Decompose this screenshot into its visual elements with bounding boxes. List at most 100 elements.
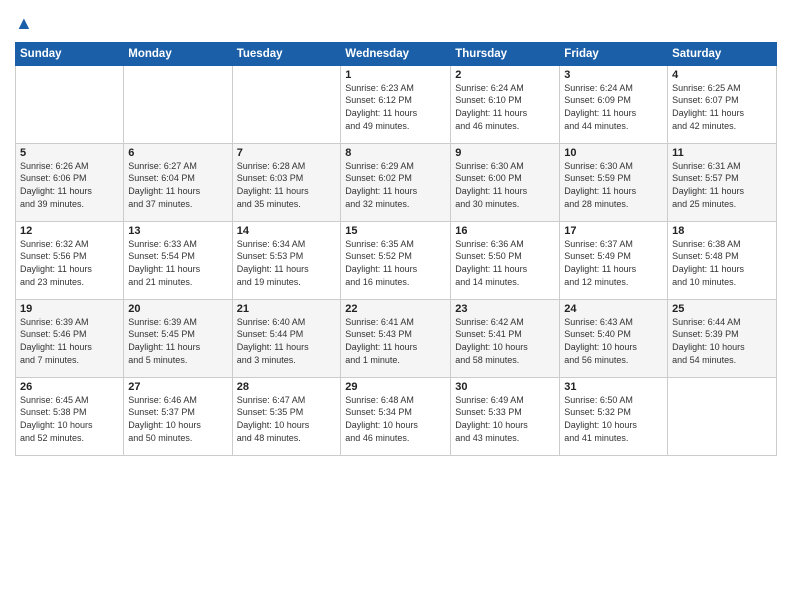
day-info: Sunrise: 6:50 AM Sunset: 5:32 PM Dayligh… <box>564 394 663 444</box>
day-number: 5 <box>20 147 119 159</box>
day-info: Sunrise: 6:43 AM Sunset: 5:40 PM Dayligh… <box>564 316 663 366</box>
day-cell: 27Sunrise: 6:46 AM Sunset: 5:37 PM Dayli… <box>124 377 232 455</box>
day-number: 27 <box>128 381 227 393</box>
day-number: 21 <box>237 303 337 315</box>
day-cell: 16Sunrise: 6:36 AM Sunset: 5:50 PM Dayli… <box>451 221 560 299</box>
week-row-2: 5Sunrise: 6:26 AM Sunset: 6:06 PM Daylig… <box>16 143 777 221</box>
day-cell: 6Sunrise: 6:27 AM Sunset: 6:04 PM Daylig… <box>124 143 232 221</box>
day-info: Sunrise: 6:44 AM Sunset: 5:39 PM Dayligh… <box>672 316 772 366</box>
day-info: Sunrise: 6:32 AM Sunset: 5:56 PM Dayligh… <box>20 238 119 288</box>
day-cell: 22Sunrise: 6:41 AM Sunset: 5:43 PM Dayli… <box>341 299 451 377</box>
day-info: Sunrise: 6:48 AM Sunset: 5:34 PM Dayligh… <box>345 394 446 444</box>
day-info: Sunrise: 6:41 AM Sunset: 5:43 PM Dayligh… <box>345 316 446 366</box>
day-info: Sunrise: 6:30 AM Sunset: 5:59 PM Dayligh… <box>564 160 663 210</box>
weekday-header-row: SundayMondayTuesdayWednesdayThursdayFrid… <box>16 42 777 65</box>
day-number: 11 <box>672 147 772 159</box>
day-info: Sunrise: 6:28 AM Sunset: 6:03 PM Dayligh… <box>237 160 337 210</box>
day-cell: 10Sunrise: 6:30 AM Sunset: 5:59 PM Dayli… <box>560 143 668 221</box>
day-number: 10 <box>564 147 663 159</box>
day-number: 22 <box>345 303 446 315</box>
day-info: Sunrise: 6:40 AM Sunset: 5:44 PM Dayligh… <box>237 316 337 366</box>
day-cell: 9Sunrise: 6:30 AM Sunset: 6:00 PM Daylig… <box>451 143 560 221</box>
day-number: 8 <box>345 147 446 159</box>
day-number: 25 <box>672 303 772 315</box>
day-info: Sunrise: 6:24 AM Sunset: 6:10 PM Dayligh… <box>455 82 555 132</box>
day-cell <box>124 65 232 143</box>
day-cell: 20Sunrise: 6:39 AM Sunset: 5:45 PM Dayli… <box>124 299 232 377</box>
day-info: Sunrise: 6:30 AM Sunset: 6:00 PM Dayligh… <box>455 160 555 210</box>
day-info: Sunrise: 6:36 AM Sunset: 5:50 PM Dayligh… <box>455 238 555 288</box>
weekday-header-wednesday: Wednesday <box>341 42 451 65</box>
logo-blue-icon: ▲ <box>15 13 33 33</box>
header: ▲ <box>15 10 777 34</box>
day-number: 29 <box>345 381 446 393</box>
day-info: Sunrise: 6:35 AM Sunset: 5:52 PM Dayligh… <box>345 238 446 288</box>
day-info: Sunrise: 6:25 AM Sunset: 6:07 PM Dayligh… <box>672 82 772 132</box>
day-info: Sunrise: 6:34 AM Sunset: 5:53 PM Dayligh… <box>237 238 337 288</box>
day-cell: 19Sunrise: 6:39 AM Sunset: 5:46 PM Dayli… <box>16 299 124 377</box>
day-info: Sunrise: 6:45 AM Sunset: 5:38 PM Dayligh… <box>20 394 119 444</box>
week-row-4: 19Sunrise: 6:39 AM Sunset: 5:46 PM Dayli… <box>16 299 777 377</box>
day-number: 31 <box>564 381 663 393</box>
day-cell: 17Sunrise: 6:37 AM Sunset: 5:49 PM Dayli… <box>560 221 668 299</box>
day-cell: 1Sunrise: 6:23 AM Sunset: 6:12 PM Daylig… <box>341 65 451 143</box>
day-number: 2 <box>455 69 555 81</box>
day-info: Sunrise: 6:23 AM Sunset: 6:12 PM Dayligh… <box>345 82 446 132</box>
day-info: Sunrise: 6:29 AM Sunset: 6:02 PM Dayligh… <box>345 160 446 210</box>
day-number: 7 <box>237 147 337 159</box>
day-number: 26 <box>20 381 119 393</box>
day-info: Sunrise: 6:38 AM Sunset: 5:48 PM Dayligh… <box>672 238 772 288</box>
logo-text: ▲ <box>15 14 33 34</box>
day-cell: 24Sunrise: 6:43 AM Sunset: 5:40 PM Dayli… <box>560 299 668 377</box>
day-cell: 26Sunrise: 6:45 AM Sunset: 5:38 PM Dayli… <box>16 377 124 455</box>
day-cell: 21Sunrise: 6:40 AM Sunset: 5:44 PM Dayli… <box>232 299 341 377</box>
day-number: 6 <box>128 147 227 159</box>
day-info: Sunrise: 6:31 AM Sunset: 5:57 PM Dayligh… <box>672 160 772 210</box>
day-number: 16 <box>455 225 555 237</box>
day-number: 28 <box>237 381 337 393</box>
day-info: Sunrise: 6:49 AM Sunset: 5:33 PM Dayligh… <box>455 394 555 444</box>
day-number: 18 <box>672 225 772 237</box>
weekday-header-saturday: Saturday <box>668 42 777 65</box>
day-cell: 2Sunrise: 6:24 AM Sunset: 6:10 PM Daylig… <box>451 65 560 143</box>
day-number: 13 <box>128 225 227 237</box>
day-number: 15 <box>345 225 446 237</box>
day-info: Sunrise: 6:24 AM Sunset: 6:09 PM Dayligh… <box>564 82 663 132</box>
day-cell: 31Sunrise: 6:50 AM Sunset: 5:32 PM Dayli… <box>560 377 668 455</box>
day-cell: 29Sunrise: 6:48 AM Sunset: 5:34 PM Dayli… <box>341 377 451 455</box>
page: ▲ SundayMondayTuesdayWednesdayThursdayFr… <box>0 0 792 612</box>
week-row-5: 26Sunrise: 6:45 AM Sunset: 5:38 PM Dayli… <box>16 377 777 455</box>
calendar-table: SundayMondayTuesdayWednesdayThursdayFrid… <box>15 42 777 456</box>
day-cell: 11Sunrise: 6:31 AM Sunset: 5:57 PM Dayli… <box>668 143 777 221</box>
day-cell: 15Sunrise: 6:35 AM Sunset: 5:52 PM Dayli… <box>341 221 451 299</box>
day-number: 19 <box>20 303 119 315</box>
day-info: Sunrise: 6:33 AM Sunset: 5:54 PM Dayligh… <box>128 238 227 288</box>
day-cell: 25Sunrise: 6:44 AM Sunset: 5:39 PM Dayli… <box>668 299 777 377</box>
day-number: 4 <box>672 69 772 81</box>
day-info: Sunrise: 6:39 AM Sunset: 5:46 PM Dayligh… <box>20 316 119 366</box>
day-number: 20 <box>128 303 227 315</box>
day-cell: 13Sunrise: 6:33 AM Sunset: 5:54 PM Dayli… <box>124 221 232 299</box>
day-info: Sunrise: 6:47 AM Sunset: 5:35 PM Dayligh… <box>237 394 337 444</box>
day-number: 14 <box>237 225 337 237</box>
day-number: 12 <box>20 225 119 237</box>
weekday-header-thursday: Thursday <box>451 42 560 65</box>
day-number: 17 <box>564 225 663 237</box>
week-row-3: 12Sunrise: 6:32 AM Sunset: 5:56 PM Dayli… <box>16 221 777 299</box>
day-cell: 30Sunrise: 6:49 AM Sunset: 5:33 PM Dayli… <box>451 377 560 455</box>
day-info: Sunrise: 6:42 AM Sunset: 5:41 PM Dayligh… <box>455 316 555 366</box>
day-info: Sunrise: 6:39 AM Sunset: 5:45 PM Dayligh… <box>128 316 227 366</box>
day-cell: 14Sunrise: 6:34 AM Sunset: 5:53 PM Dayli… <box>232 221 341 299</box>
day-info: Sunrise: 6:27 AM Sunset: 6:04 PM Dayligh… <box>128 160 227 210</box>
day-info: Sunrise: 6:37 AM Sunset: 5:49 PM Dayligh… <box>564 238 663 288</box>
day-cell <box>232 65 341 143</box>
day-cell <box>16 65 124 143</box>
day-number: 30 <box>455 381 555 393</box>
logo: ▲ <box>15 14 33 34</box>
day-cell: 5Sunrise: 6:26 AM Sunset: 6:06 PM Daylig… <box>16 143 124 221</box>
day-info: Sunrise: 6:46 AM Sunset: 5:37 PM Dayligh… <box>128 394 227 444</box>
day-cell: 8Sunrise: 6:29 AM Sunset: 6:02 PM Daylig… <box>341 143 451 221</box>
weekday-header-friday: Friday <box>560 42 668 65</box>
day-info: Sunrise: 6:26 AM Sunset: 6:06 PM Dayligh… <box>20 160 119 210</box>
weekday-header-sunday: Sunday <box>16 42 124 65</box>
